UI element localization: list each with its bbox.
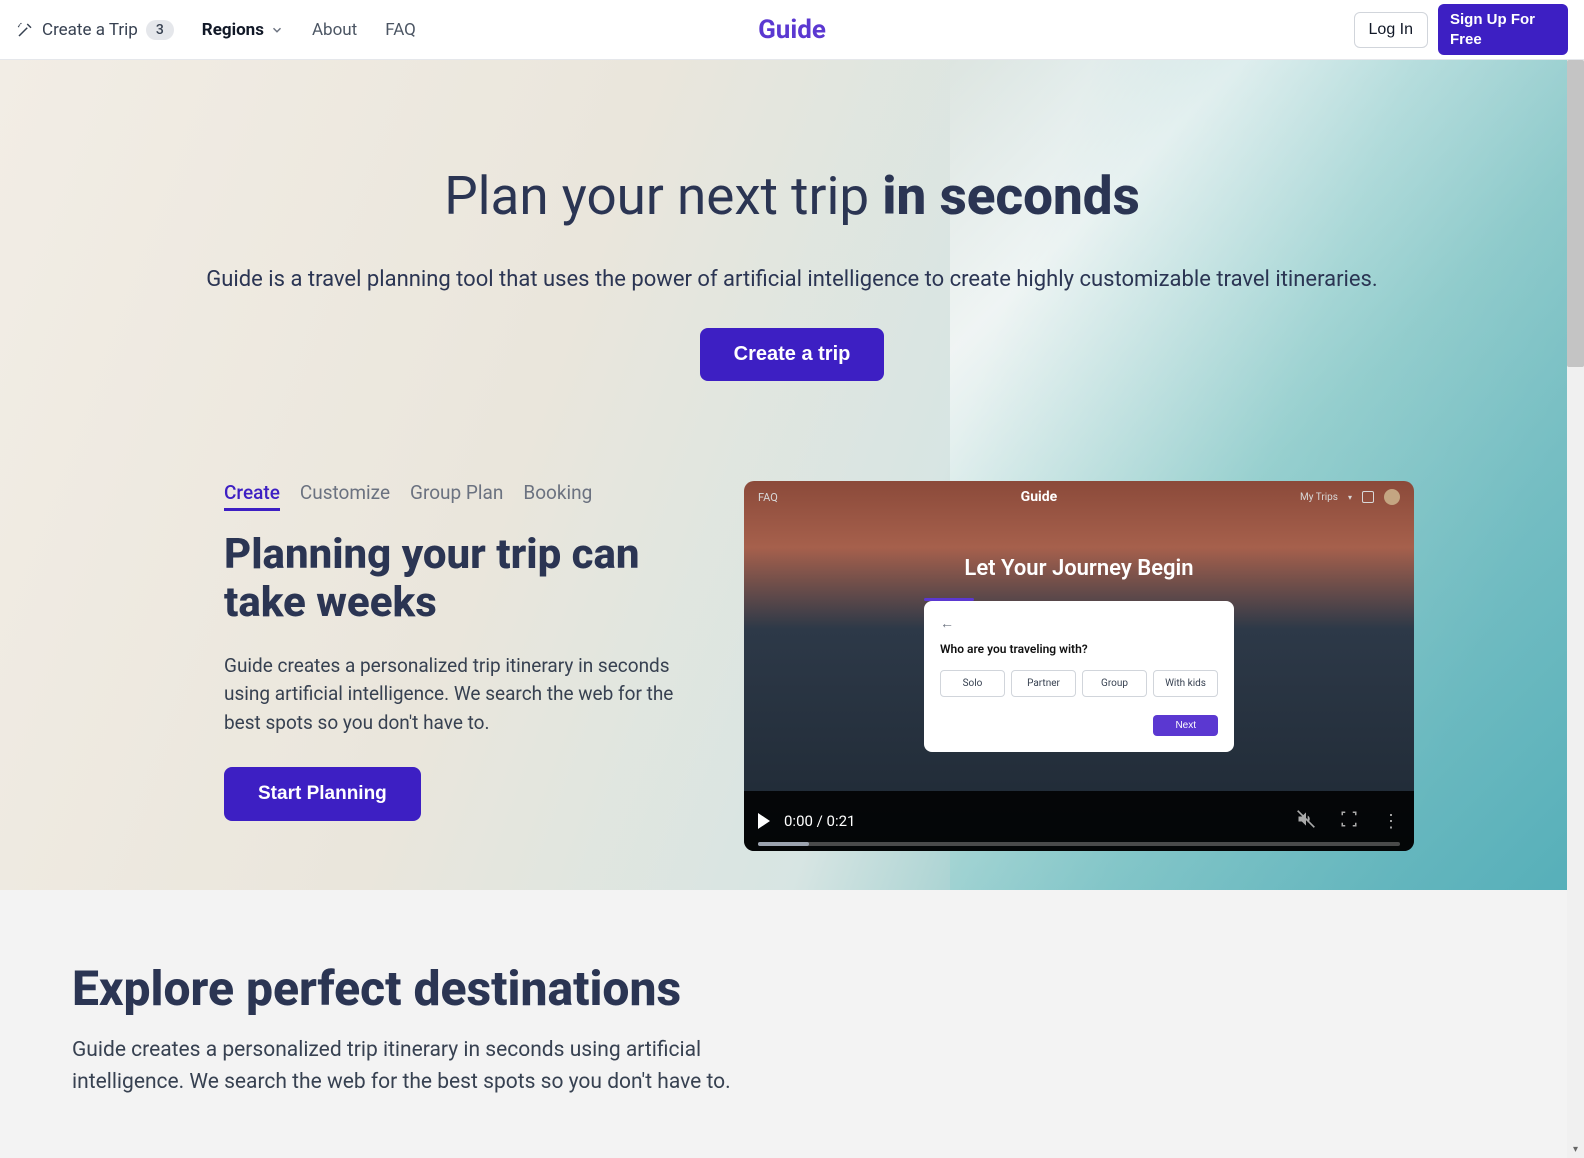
video-faq-label: FAQ	[758, 491, 778, 504]
hero-content: Plan your next trip in seconds Guide is …	[192, 165, 1392, 381]
video-card-question: Who are you traveling with?	[940, 642, 1218, 656]
video-player[interactable]: FAQ Guide My Trips ▾ Let Your Journey Be…	[744, 481, 1414, 851]
hero-subtitle: Guide is a travel planning tool that use…	[192, 267, 1392, 292]
about-nav[interactable]: About	[312, 20, 357, 40]
mute-icon[interactable]	[1296, 809, 1316, 834]
video-progress-fill	[758, 842, 809, 846]
create-trip-nav[interactable]: Create a Trip 3	[16, 20, 174, 40]
tab-booking[interactable]: Booking	[523, 481, 592, 511]
option-partner: Partner	[1011, 670, 1076, 697]
video-logo: Guide	[1021, 489, 1058, 505]
avatar	[1384, 489, 1400, 505]
video-header: FAQ Guide My Trips ▾	[744, 481, 1414, 513]
logo[interactable]: Guide	[758, 15, 826, 45]
video-hero-title: Let Your Journey Begin	[744, 556, 1414, 581]
feature-left: Create Customize Group Plan Booking Plan…	[224, 481, 684, 821]
video-card: ← Who are you traveling with? Solo Partn…	[924, 601, 1234, 752]
create-trip-button[interactable]: Create a trip	[700, 328, 885, 381]
video-progress[interactable]	[758, 842, 1400, 846]
feature-desc: Guide creates a personalized trip itiner…	[224, 652, 684, 738]
video-card-options: Solo Partner Group With kids	[940, 670, 1218, 697]
create-trip-badge: 3	[146, 20, 174, 40]
hero-title-bold: in seconds	[882, 165, 1140, 227]
create-trip-label: Create a Trip	[42, 20, 138, 40]
start-planning-button[interactable]: Start Planning	[224, 767, 421, 821]
feature-tabs: Create Customize Group Plan Booking	[224, 481, 684, 511]
scrollbar-thumb[interactable]	[1567, 60, 1584, 367]
tab-customize[interactable]: Customize	[300, 481, 390, 511]
scroll-down-icon[interactable]: ▾	[1567, 1141, 1584, 1158]
tab-group-plan[interactable]: Group Plan	[410, 481, 503, 511]
scrollbar[interactable]: ▾	[1567, 60, 1584, 1158]
back-arrow-icon: ←	[940, 615, 1218, 632]
regions-nav[interactable]: Regions	[202, 20, 284, 40]
login-button[interactable]: Log In	[1354, 12, 1428, 48]
destinations-desc: Guide creates a personalized trip itiner…	[72, 1035, 802, 1098]
video-controls: 0:00 / 0:21 ⋮	[744, 791, 1414, 851]
regions-label: Regions	[202, 20, 264, 40]
destinations-section: Explore perfect destinations Guide creat…	[0, 890, 1584, 1158]
fullscreen-icon[interactable]	[1340, 810, 1358, 833]
header-left: Create a Trip 3 Regions About FAQ	[16, 20, 416, 40]
play-icon[interactable]	[758, 813, 770, 829]
option-with-kids: With kids	[1153, 670, 1218, 697]
video-time: 0:00 / 0:21	[784, 812, 855, 830]
hero: Plan your next trip in seconds Guide is …	[0, 60, 1584, 890]
chevron-down-icon: ▾	[1348, 493, 1352, 502]
wand-icon	[16, 21, 34, 39]
video-next-button: Next	[1153, 715, 1218, 736]
hero-title: Plan your next trip in seconds	[192, 165, 1392, 227]
tab-create[interactable]: Create	[224, 481, 280, 511]
faq-nav[interactable]: FAQ	[385, 20, 416, 40]
hero-title-normal: Plan your next trip	[444, 165, 882, 227]
option-solo: Solo	[940, 670, 1005, 697]
destinations-title: Explore perfect destinations	[72, 960, 1512, 1017]
video-mytrips-label: My Trips	[1300, 492, 1338, 503]
feature-section: Create Customize Group Plan Booking Plan…	[152, 481, 1432, 851]
option-group: Group	[1082, 670, 1147, 697]
video-user-nav: My Trips ▾	[1300, 489, 1400, 505]
chevron-down-icon	[270, 23, 284, 37]
more-icon[interactable]: ⋮	[1382, 811, 1400, 832]
controls-right: ⋮	[1296, 809, 1400, 834]
video-container: FAQ Guide My Trips ▾ Let Your Journey Be…	[744, 481, 1414, 851]
header: Create a Trip 3 Regions About FAQ Guide …	[0, 0, 1584, 60]
signup-button[interactable]: Sign Up For Free	[1438, 4, 1568, 55]
header-right: Log In Sign Up For Free	[1354, 4, 1568, 55]
bell-icon	[1362, 491, 1374, 503]
feature-title: Planning your trip can take weeks	[224, 531, 684, 628]
